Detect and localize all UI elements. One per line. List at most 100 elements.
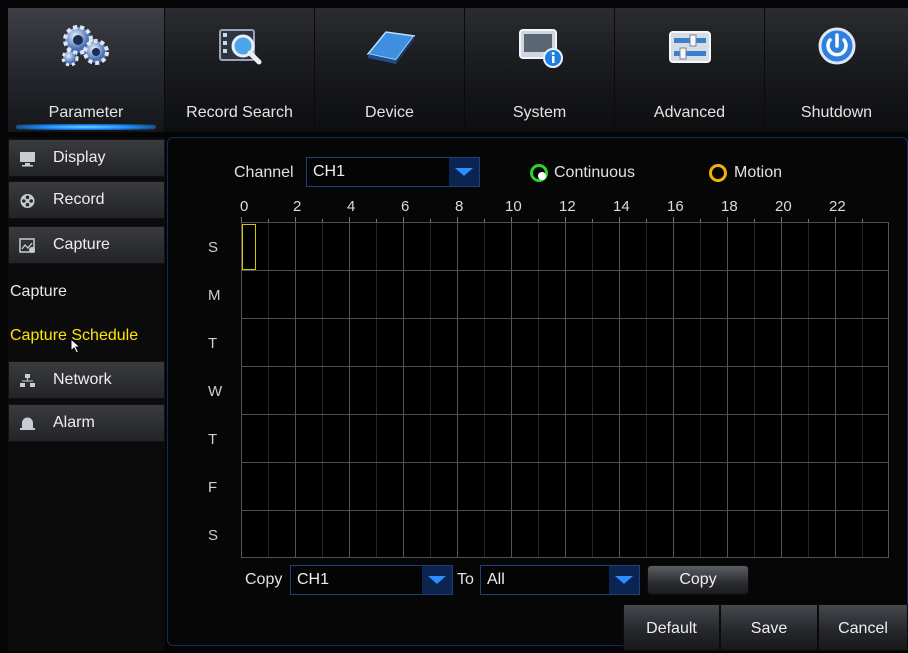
tab-record-search-label: Record Search xyxy=(186,104,293,121)
sidebar-subitem-capture[interactable]: Capture xyxy=(8,271,165,313)
tab-advanced[interactable]: Advanced xyxy=(615,8,765,132)
save-button[interactable]: Save xyxy=(720,604,818,651)
hard-disk-icon xyxy=(366,31,415,64)
mouse-cursor-icon xyxy=(70,338,81,354)
hour-tick xyxy=(241,217,242,222)
channel-select-value: CH1 xyxy=(313,163,346,180)
monitor-icon xyxy=(20,152,35,167)
hour-label: 2 xyxy=(293,198,302,215)
tab-device-label: Device xyxy=(365,104,414,121)
hour-tick xyxy=(511,217,512,222)
gears-icon xyxy=(61,25,109,67)
hour-tick xyxy=(376,219,377,222)
tab-system-label: System xyxy=(512,104,567,121)
chevron-down-icon xyxy=(422,566,452,594)
hour-tick xyxy=(862,219,863,222)
continuous-legend-radio xyxy=(530,164,548,182)
sidebar-item-label: Alarm xyxy=(53,414,95,431)
alarm-bell-icon xyxy=(20,417,35,430)
copy-to-select[interactable]: All xyxy=(480,565,640,595)
top-navigation: Parameter Record Search Device System Ad… xyxy=(8,8,908,132)
hour-label: 10 xyxy=(505,198,522,215)
sliders-icon xyxy=(668,31,711,63)
copy-button[interactable]: Copy xyxy=(647,565,749,595)
chevron-down-icon xyxy=(609,566,639,594)
continuous-legend-label: Continuous xyxy=(554,164,635,181)
hour-label: 8 xyxy=(455,198,464,215)
motion-legend-radio xyxy=(709,164,727,182)
hour-tick xyxy=(457,217,458,222)
sidebar-item-label: Display xyxy=(53,149,106,166)
sidebar-subitem-capture-schedule[interactable]: Capture Schedule xyxy=(8,315,165,357)
hour-label: 12 xyxy=(559,198,576,215)
hour-tick xyxy=(700,219,701,222)
hour-label: 20 xyxy=(775,198,792,215)
day-label: T xyxy=(208,335,218,352)
hour-tick xyxy=(268,219,269,222)
hour-label: 22 xyxy=(829,198,846,215)
cancel-button[interactable]: Cancel xyxy=(818,604,908,651)
to-label: To xyxy=(457,571,474,588)
tab-system[interactable]: System xyxy=(465,8,615,132)
day-label: M xyxy=(208,287,221,304)
hour-tick xyxy=(322,219,323,222)
capture-icon xyxy=(19,238,35,253)
hour-label: 18 xyxy=(721,198,738,215)
hour-label: 4 xyxy=(347,198,356,215)
grid-selection-cursor xyxy=(242,224,256,270)
hour-tick xyxy=(808,219,809,222)
film-reel-icon xyxy=(20,194,35,208)
channel-select[interactable]: CH1 xyxy=(306,157,480,187)
schedule-grid[interactable] xyxy=(241,222,889,558)
sidebar-item-record[interactable]: Record xyxy=(8,181,165,219)
sidebar-item-label: Capture xyxy=(53,236,110,253)
default-button[interactable]: Default xyxy=(623,604,720,651)
tab-parameter-label: Parameter xyxy=(48,104,124,121)
active-tab-indicator xyxy=(16,124,156,130)
hour-label: 0 xyxy=(240,198,249,215)
sidebar-item-label: Network xyxy=(53,371,112,388)
hour-tick xyxy=(430,219,431,222)
day-label: W xyxy=(208,383,223,400)
hour-tick xyxy=(835,217,836,222)
chevron-down-icon xyxy=(449,158,479,186)
power-icon xyxy=(818,27,855,65)
hour-tick xyxy=(673,217,674,222)
sidebar-item-network[interactable]: Network xyxy=(8,361,165,399)
dvr-settings-screen: Parameter Record Search Device System Ad… xyxy=(0,0,908,651)
hour-tick xyxy=(295,217,296,222)
tab-record-search[interactable]: Record Search xyxy=(165,8,315,132)
hour-tick xyxy=(538,219,539,222)
sidebar: Display Record Capture Capture Capture S… xyxy=(8,137,165,651)
hour-label: 14 xyxy=(613,198,630,215)
copy-label: Copy xyxy=(245,571,283,588)
hour-tick xyxy=(619,217,620,222)
motion-legend-label: Motion xyxy=(734,164,783,181)
day-label: T xyxy=(208,431,218,448)
hour-tick xyxy=(403,217,404,222)
hour-label: 6 xyxy=(401,198,410,215)
network-icon xyxy=(20,374,35,387)
copy-to-value: All xyxy=(487,571,505,588)
hour-tick xyxy=(646,219,647,222)
copy-from-value: CH1 xyxy=(297,571,330,588)
day-label: S xyxy=(208,239,219,256)
copy-from-select[interactable]: CH1 xyxy=(290,565,453,595)
tab-shutdown[interactable]: Shutdown xyxy=(765,8,908,132)
hour-tick xyxy=(349,217,350,222)
capture-schedule-panel: Channel CH1 Continuous Motion 0 2 4 6 8 … xyxy=(167,137,908,646)
tab-device[interactable]: Device xyxy=(315,8,465,132)
sidebar-item-alarm[interactable]: Alarm xyxy=(8,404,165,442)
sidebar-item-capture[interactable]: Capture xyxy=(8,226,165,264)
tab-parameter[interactable]: Parameter xyxy=(8,8,165,132)
sidebar-item-display[interactable]: Display xyxy=(8,139,165,177)
channel-label: Channel xyxy=(234,164,294,181)
hour-label: 16 xyxy=(667,198,684,215)
day-label: S xyxy=(208,527,219,544)
film-search-icon xyxy=(218,29,261,65)
sidebar-subitem-label: Capture xyxy=(10,283,67,300)
system-info-icon xyxy=(518,29,563,68)
sidebar-item-label: Record xyxy=(53,191,105,208)
hour-tick xyxy=(727,217,728,222)
day-label: F xyxy=(208,479,218,496)
